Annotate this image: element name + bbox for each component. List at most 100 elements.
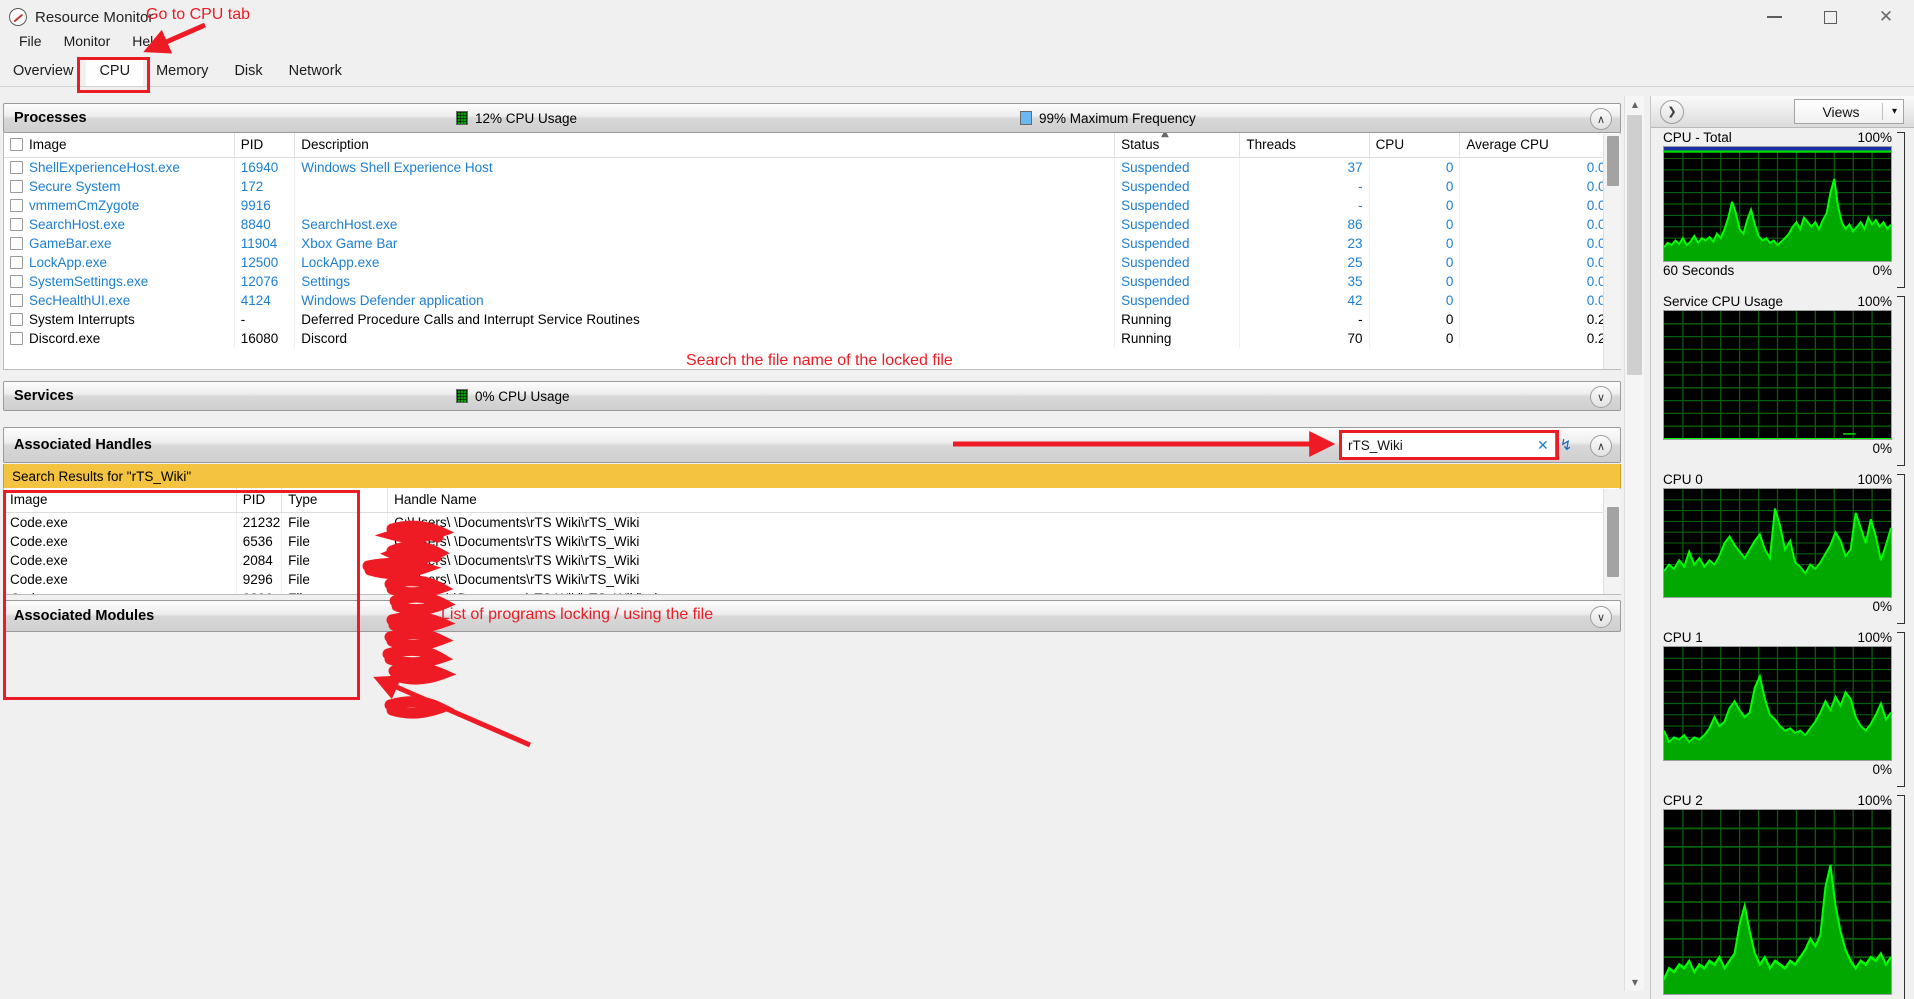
handle-name: C:\Users\ \Documents\rTS Wiki\rTS_Wiki: [388, 532, 1620, 551]
views-separator: [1882, 103, 1883, 120]
process-image: ShellExperienceHost.exe: [4, 158, 234, 178]
annotation-list-of-programs: List of programs locking / using the fil…: [441, 606, 713, 624]
table-row[interactable]: Code.exe9296FileC:\Users\ \Documents\rTS…: [4, 570, 1620, 589]
row-checkbox[interactable]: [10, 218, 23, 231]
process-cpu: 0: [1369, 234, 1460, 253]
row-checkbox[interactable]: [10, 199, 23, 212]
scroll-up-arrow-icon[interactable]: ▲: [1626, 96, 1644, 113]
tab-cpu[interactable]: CPU: [86, 58, 143, 86]
processes-cpu-usage: 12% CPU Usage: [456, 111, 577, 126]
process-average-cpu: 0.00: [1460, 177, 1620, 196]
processes-cpu-usage-label: 12% CPU Usage: [475, 111, 577, 126]
handles-scrollbar-thumb[interactable]: [1607, 507, 1619, 577]
table-row[interactable]: ShellExperienceHost.exe 16940 Windows Sh…: [4, 158, 1620, 178]
handles-col-type[interactable]: Type: [282, 488, 388, 513]
row-checkbox[interactable]: [10, 256, 23, 269]
processes-col-pid[interactable]: PID: [234, 133, 295, 158]
handles-col-handle-name[interactable]: Handle Name: [388, 488, 1620, 513]
row-checkbox[interactable]: [10, 313, 23, 326]
processes-col-cpu[interactable]: CPU: [1369, 133, 1460, 158]
graph-cpu-1-footer: 0%: [1651, 761, 1914, 777]
process-image: LockApp.exe: [4, 253, 234, 272]
minimize-icon: [1767, 16, 1782, 18]
row-checkbox[interactable]: [10, 332, 23, 345]
process-status: Running: [1115, 310, 1240, 329]
table-row[interactable]: Code.exe21232FileC:\Users\ \Documents\rT…: [4, 513, 1620, 533]
processes-col-image[interactable]: Image: [4, 133, 234, 158]
process-description: Discord: [295, 329, 1115, 348]
main-scrollbar[interactable]: ▲ ▼: [1624, 96, 1644, 991]
views-button[interactable]: Views ▾: [1794, 99, 1904, 124]
graph-cpu-2-title: CPU 2: [1663, 793, 1703, 808]
handles-search-field[interactable]: ✕ ↯: [1341, 432, 1556, 458]
process-threads: -: [1240, 196, 1369, 215]
menu-item-monitor[interactable]: Monitor: [53, 30, 122, 52]
process-cpu: 0: [1369, 253, 1460, 272]
refresh-search-icon[interactable]: ↯: [1555, 436, 1578, 454]
row-checkbox[interactable]: [10, 180, 23, 193]
processes-panel: Image PID Description Status▲ Threads CP…: [3, 133, 1621, 370]
process-image: SystemSettings.exe: [4, 272, 234, 291]
process-status: Suspended: [1115, 291, 1240, 310]
processes-col-description[interactable]: Description: [295, 133, 1115, 158]
tab-memory[interactable]: Memory: [143, 58, 221, 86]
process-description: Settings: [295, 272, 1115, 291]
table-row[interactable]: Code.exe9296FileC:\Users\ \Documents\rTS…: [4, 589, 1620, 595]
processes-scrollbar[interactable]: [1603, 134, 1621, 369]
modules-section-header[interactable]: Associated Modules ∨: [3, 600, 1621, 632]
row-checkbox[interactable]: [10, 294, 23, 307]
table-row[interactable]: SystemSettings.exe 12076 Settings Suspen…: [4, 272, 1620, 291]
processes-col-average-cpu[interactable]: Average CPU: [1460, 133, 1620, 158]
table-row[interactable]: SecHealthUI.exe 4124 Windows Defender ap…: [4, 291, 1620, 310]
scroll-down-arrow-icon[interactable]: ▼: [1626, 974, 1644, 991]
process-cpu: 0: [1369, 158, 1460, 178]
processes-collapse-chevron-icon[interactable]: ∧: [1590, 108, 1612, 130]
handles-collapse-chevron-icon[interactable]: ∧: [1590, 435, 1612, 457]
row-checkbox[interactable]: [10, 275, 23, 288]
clear-search-icon[interactable]: ✕: [1531, 437, 1555, 454]
processes-section-header[interactable]: Processes 12% CPU Usage 99% Maximum Freq…: [3, 103, 1621, 133]
handle-image: Code.exe: [4, 513, 236, 533]
process-image: Discord.exe: [4, 329, 234, 348]
handle-type: File: [282, 513, 388, 533]
tab-network[interactable]: Network: [276, 58, 355, 86]
main-scrollbar-thumb[interactable]: [1627, 115, 1642, 375]
handles-scrollbar[interactable]: [1603, 489, 1621, 594]
row-checkbox[interactable]: [10, 237, 23, 250]
processes-scrollbar-thumb[interactable]: [1607, 136, 1619, 186]
modules-expand-chevron-icon[interactable]: ∨: [1590, 606, 1612, 628]
menu-bar: File Monitor Help: [0, 28, 1914, 54]
table-row[interactable]: System Interrupts - Deferred Procedure C…: [4, 310, 1620, 329]
processes-col-threads[interactable]: Threads: [1240, 133, 1369, 158]
row-checkbox[interactable]: [10, 161, 23, 174]
menu-item-help[interactable]: Help: [121, 30, 172, 52]
graph-cpu-0-footer: 0%: [1651, 598, 1914, 614]
process-pid: 4124: [234, 291, 295, 310]
table-row[interactable]: SearchHost.exe 8840 SearchHost.exe Suspe…: [4, 215, 1620, 234]
table-row[interactable]: Secure System 172 Suspended - 0 0.00: [4, 177, 1620, 196]
handles-col-image[interactable]: Image: [4, 488, 236, 513]
table-row[interactable]: Code.exe6536FileC:\Users\ \Documents\rTS…: [4, 532, 1620, 551]
process-image: vmmemCmZygote: [4, 196, 234, 215]
select-all-checkbox[interactable]: [10, 138, 23, 151]
services-section-header[interactable]: Services 0% CPU Usage ∨: [3, 381, 1621, 411]
handles-col-pid[interactable]: PID: [236, 488, 281, 513]
process-threads: 86: [1240, 215, 1369, 234]
tab-disk[interactable]: Disk: [221, 58, 275, 86]
processes-col-status[interactable]: Status▲: [1115, 133, 1240, 158]
process-average-cpu: 0.00: [1460, 272, 1620, 291]
table-row[interactable]: vmmemCmZygote 9916 Suspended - 0 0.00: [4, 196, 1620, 215]
process-description: Xbox Game Bar: [295, 234, 1115, 253]
services-expand-chevron-icon[interactable]: ∨: [1590, 386, 1612, 408]
search-input[interactable]: [1342, 438, 1531, 453]
graph-cpu-1-plot: [1663, 646, 1892, 761]
tab-overview[interactable]: Overview: [0, 58, 86, 86]
table-row[interactable]: Code.exe2084FileC:\Users\ \Documents\rTS…: [4, 551, 1620, 570]
table-row[interactable]: GameBar.exe 11904 Xbox Game Bar Suspende…: [4, 234, 1620, 253]
handle-type: File: [282, 589, 388, 595]
table-row[interactable]: LockApp.exe 12500 LockApp.exe Suspended …: [4, 253, 1620, 272]
menu-item-file[interactable]: File: [8, 30, 53, 52]
process-pid: -: [234, 310, 295, 329]
table-row[interactable]: Discord.exe 16080 Discord Running 70 0 0…: [4, 329, 1620, 348]
expand-sidebar-icon[interactable]: ❯: [1660, 100, 1684, 124]
